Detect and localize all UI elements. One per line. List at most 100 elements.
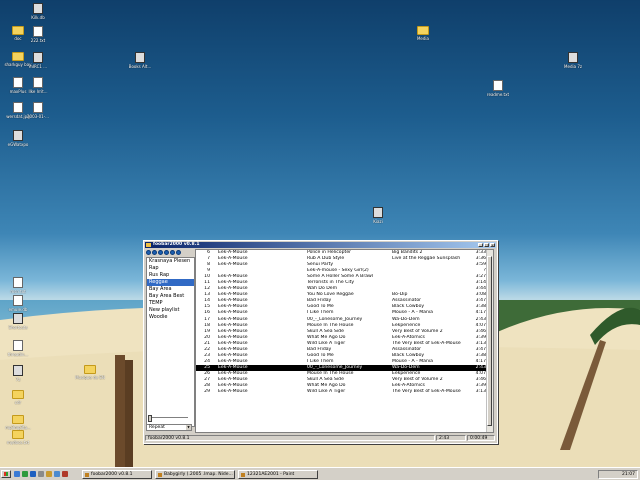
folder-icon xyxy=(12,415,24,424)
close-button[interactable]: × xyxy=(490,243,495,247)
playlist-item[interactable]: Bay Area xyxy=(147,286,194,293)
desktop-icon[interactable]: mIRC1 ... xyxy=(20,52,56,69)
application-icon xyxy=(33,52,43,63)
desktop-icon[interactable]: eGWatxpo xyxy=(0,130,36,147)
task-button-browser[interactable]: Babygirly (.2005 .lmap. Nide... xyxy=(155,470,235,479)
desktop-icon-label: mIRC1 ... xyxy=(28,64,48,69)
desktop-icon-label: Books Alt... xyxy=(128,64,152,69)
file-icon xyxy=(13,277,23,288)
foobar-app-icon xyxy=(146,243,151,247)
application-icon xyxy=(13,130,23,141)
application-icon xyxy=(135,52,145,63)
status-bar: foobar2000 v0.8.1 2:43 0:00:49 xyxy=(145,435,496,442)
desktop-icon[interactable]: Books Alt... xyxy=(122,52,158,69)
start-button[interactable] xyxy=(1,470,11,478)
track-list-scrollbar[interactable] xyxy=(486,250,493,432)
desktop-icon-label: emule.db xyxy=(8,307,28,312)
desktop-icon-label: Media xyxy=(416,36,429,41)
elapsed-time: 0:00:49 xyxy=(467,435,495,441)
explorer-icon[interactable] xyxy=(30,471,36,477)
desktop-icon-label: Ilke Irrit... xyxy=(28,89,48,94)
desktop-icon[interactable]: mydocs.txt xyxy=(0,430,36,445)
chat-icon[interactable] xyxy=(54,471,60,477)
minimize-button[interactable]: _ xyxy=(478,243,483,247)
desktop-icon[interactable]: Kiazi xyxy=(360,207,396,224)
playlist-item[interactable]: Rap xyxy=(147,265,194,272)
desktop-icon-label: Musique de EN xyxy=(75,375,105,380)
desktop-icon-label: threadin... xyxy=(7,352,29,357)
desktop-icon[interactable]: Media 7z xyxy=(555,52,591,69)
application-icon xyxy=(568,52,578,63)
playlist-switcher: Krasnaya Plesen Rap Rus Rap Reggae Bay Area B… xyxy=(146,257,195,427)
desktop-icon[interactable]: Ilke Irrit... xyxy=(20,77,56,94)
track-album: The Very Best of Eek-A-Mouse xyxy=(392,389,461,395)
track-list: 6 Eek-A-Mouse Police in Helicopter Big Band… xyxy=(195,249,494,433)
play-icon[interactable] xyxy=(152,250,157,255)
desktop-icon-label: Media 7z xyxy=(564,64,582,69)
desktop-icon-label: Kiazi xyxy=(373,219,383,224)
desktop-icon-label: Shortcuts xyxy=(8,325,28,330)
playlist-item[interactable]: Bay Area Best xyxy=(147,293,194,300)
playlist-item[interactable]: Krasnaya Plesen xyxy=(147,258,194,265)
application-icon xyxy=(13,365,23,376)
desktop-icon-label: eGWatxpo xyxy=(7,142,29,147)
desktop-icon[interactable]: Shortcuts xyxy=(0,313,36,330)
desktop-icon[interactable]: msn.txt xyxy=(0,277,36,294)
desktop-icon-label: 2003-01-... xyxy=(27,114,49,119)
desktop-icon[interactable]: cdr xyxy=(0,390,36,405)
system-tray: 21:07 xyxy=(598,470,638,479)
folder-icon[interactable] xyxy=(46,471,52,477)
file-icon xyxy=(493,80,503,91)
show-desktop-icon[interactable] xyxy=(14,471,20,477)
playlist-item[interactable]: TEMP xyxy=(147,300,194,307)
application-icon xyxy=(13,313,23,324)
random-icon[interactable] xyxy=(176,250,181,255)
task-button-foobar[interactable]: foobar2000 v0.8.1 xyxy=(82,470,152,479)
title-bar[interactable]: foobar2000 v0.8.1 _ □ × xyxy=(145,242,496,248)
media-icon[interactable] xyxy=(38,471,44,477)
playback-controls xyxy=(146,250,181,255)
playlist-item[interactable]: Reggae xyxy=(147,279,194,286)
pause-icon[interactable] xyxy=(158,250,163,255)
desktop-icon[interactable]: mp3mp3ta... xyxy=(0,415,36,430)
desktop-icon[interactable]: emule.db xyxy=(0,295,36,312)
folder-icon xyxy=(12,390,24,399)
maximize-button[interactable]: □ xyxy=(484,243,489,247)
desktop-icon[interactable]: Media xyxy=(405,26,441,41)
file-icon xyxy=(33,26,43,37)
status-text: foobar2000 v0.8.1 xyxy=(145,435,435,441)
desktop-icon-label: Kilk.db xyxy=(31,15,45,20)
file-icon xyxy=(13,295,23,306)
desktop-icon[interactable]: threadin... xyxy=(0,340,36,357)
next-icon[interactable] xyxy=(170,250,175,255)
table-row[interactable]: 29 Eek-A-Mouse Wild Like A Tiger The Very B… xyxy=(196,389,493,395)
chevron-down-icon[interactable]: ▼ xyxy=(186,425,191,430)
playlist-item[interactable]: New playlist xyxy=(147,307,194,314)
volume-slider[interactable] xyxy=(148,415,188,422)
application-icon xyxy=(33,3,43,14)
desktop-icon-label: 222.txt xyxy=(30,38,46,43)
desktop-icon[interactable]: readme.txt xyxy=(480,80,516,97)
task-button-paint[interactable]: 12321AE2001 - Paint xyxy=(238,470,318,479)
track-length: 2:43 xyxy=(436,435,466,441)
app-icon[interactable] xyxy=(62,471,68,477)
desktop-icon[interactable]: Kilk.db xyxy=(20,3,56,20)
browser-icon[interactable] xyxy=(22,471,28,477)
desktop-icon[interactable]: 222.txt xyxy=(20,26,56,43)
stop-icon[interactable] xyxy=(146,250,151,255)
scrollbar-thumb[interactable] xyxy=(487,256,492,426)
track-number: 29 xyxy=(204,389,210,395)
playlist-item[interactable]: Woodie xyxy=(147,314,194,321)
playback-order-value: Repeat xyxy=(149,425,165,430)
track-artist: Eek-A-Mouse xyxy=(218,389,248,395)
desktop-icon[interactable]: Musique de EN xyxy=(72,365,108,380)
folder-icon xyxy=(12,430,24,439)
track-length-cell: 3:13 xyxy=(475,389,486,395)
desktop-icon[interactable]: 7z xyxy=(0,365,36,382)
playback-order-select[interactable]: Repeat ▼ xyxy=(146,424,192,431)
playlist-item[interactable]: Rus Rap xyxy=(147,272,194,279)
folder-icon xyxy=(417,26,429,35)
desktop-icon[interactable]: 2003-01-... xyxy=(20,102,56,119)
prev-icon[interactable] xyxy=(164,250,169,255)
application-icon xyxy=(373,207,383,218)
